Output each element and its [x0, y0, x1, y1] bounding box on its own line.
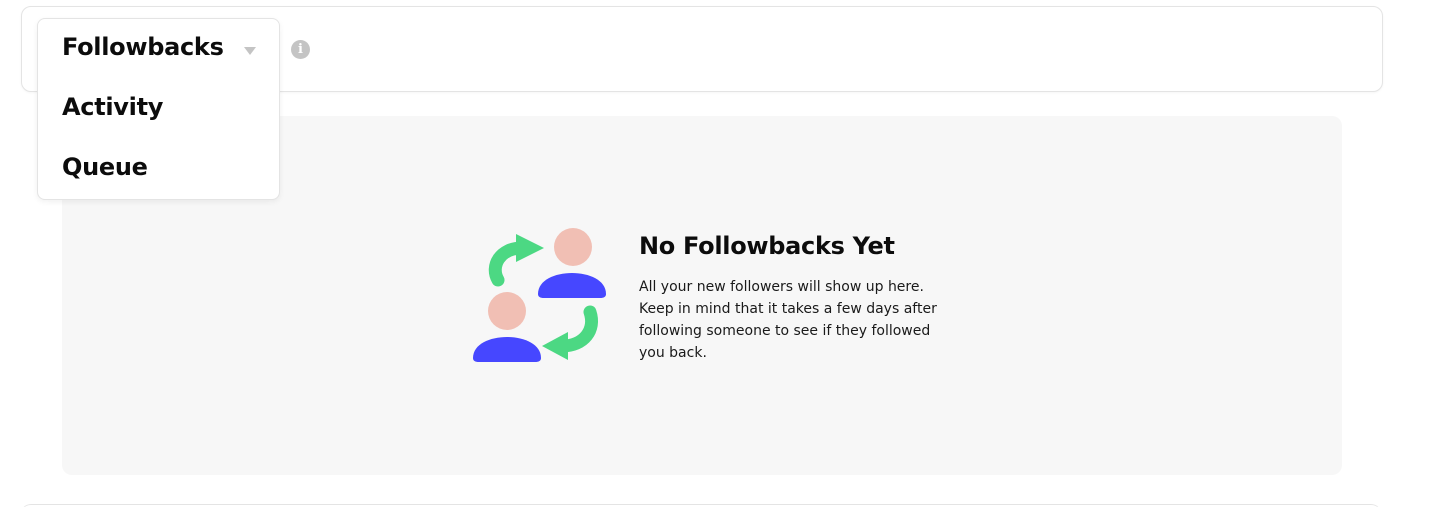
arrow-up-right-icon — [488, 234, 544, 287]
info-icon[interactable]: i — [291, 40, 310, 59]
dropdown-selected-followbacks[interactable]: Followbacks — [62, 33, 224, 61]
view-dropdown-menu: Followbacks Activity Queue — [37, 18, 280, 200]
chevron-down-icon[interactable] — [244, 47, 256, 55]
arrow-down-left-icon — [542, 305, 598, 360]
empty-state-description: All your new followers will show up here… — [639, 279, 937, 361]
person-icon — [538, 228, 606, 298]
empty-state-title: No Followbacks Yet — [639, 232, 895, 260]
dropdown-option-queue[interactable]: Queue — [62, 153, 148, 181]
followback-exchange-illustration — [473, 228, 606, 362]
dropdown-option-activity[interactable]: Activity — [62, 93, 163, 121]
person-icon — [473, 292, 541, 362]
page: i Followbacks Activity Queue No Followba… — [0, 0, 1429, 507]
